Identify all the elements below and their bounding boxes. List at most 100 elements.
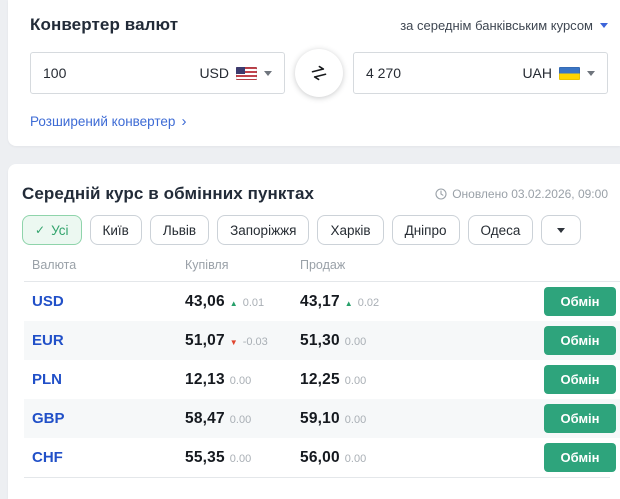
buy-rate-change: 0.00 bbox=[229, 452, 252, 465]
city-filter-label: Одеса bbox=[480, 222, 521, 238]
currency-link-pln[interactable]: PLN bbox=[32, 371, 62, 388]
city-filter-row: ✓ Усі Київ Львів Запоріжжя Харків Дніпро Одеса bbox=[22, 215, 608, 245]
trend-up-icon: ▲ bbox=[229, 298, 238, 308]
more-cities-dropdown[interactable] bbox=[541, 215, 582, 245]
city-filter-label: Усі bbox=[51, 222, 69, 238]
currency-to-select[interactable]: UAH bbox=[522, 65, 595, 81]
check-icon: ✓ bbox=[35, 223, 46, 237]
rate-row-gbp: GBP 58,47 0.00 59,10 0.00 Обмін bbox=[24, 399, 620, 438]
swap-currencies-button[interactable] bbox=[295, 49, 343, 97]
city-filter-label: Київ bbox=[102, 222, 129, 238]
advanced-converter-link[interactable]: Розширений конвертер › bbox=[30, 114, 186, 129]
page: Конвертер валют за середнім банківським … bbox=[8, 0, 620, 499]
currency-cell: GBP bbox=[32, 410, 185, 428]
city-filter-label: Запоріжжя bbox=[230, 222, 297, 238]
currency-link-usd[interactable]: USD bbox=[32, 293, 64, 310]
rate-source-label: за середнім банківським курсом bbox=[400, 17, 593, 33]
currency-cell: PLN bbox=[32, 371, 185, 389]
buy-rate-cell: 51,07 ▼ -0.03 bbox=[185, 332, 300, 350]
rate-row-chf: CHF 55,35 0.00 56,00 0.00 Обмін bbox=[24, 438, 620, 477]
city-filter-zaporizhzhia[interactable]: Запоріжжя bbox=[217, 215, 310, 245]
chevron-down-icon bbox=[587, 70, 595, 76]
city-filter-kharkiv[interactable]: Харків bbox=[317, 215, 384, 245]
currency-from-select[interactable]: USD bbox=[199, 65, 272, 81]
rate-row-pln: PLN 12,13 0.00 12,25 0.00 Обмін bbox=[24, 360, 620, 399]
chevron-down-icon bbox=[600, 22, 608, 28]
converter-title: Конвертер валют bbox=[30, 15, 179, 34]
city-filter-lviv[interactable]: Львів bbox=[149, 215, 210, 245]
buy-rate-cell: 55,35 0.00 bbox=[185, 449, 300, 467]
converter-row: USD UAH bbox=[30, 49, 608, 97]
sell-rate-change: 0.00 bbox=[344, 335, 367, 348]
buy-rate-value: 51,07 bbox=[185, 331, 225, 349]
buy-rate-change: 0.00 bbox=[229, 374, 252, 387]
advanced-converter-label: Розширений конвертер bbox=[30, 114, 176, 129]
sell-rate-cell: 51,30 0.00 bbox=[300, 332, 544, 350]
sell-rate-change: 0.00 bbox=[344, 413, 367, 426]
rate-row-eur: EUR 51,07 ▼ -0.03 51,30 0.00 Обмін bbox=[24, 321, 620, 360]
rates-table-header: Валюта Купівля Продаж bbox=[24, 256, 620, 282]
amount-to-box: UAH bbox=[353, 52, 608, 94]
converter-header: Конвертер валют за середнім банківським … bbox=[30, 15, 608, 35]
exchange-button-gbp[interactable]: Обмін bbox=[544, 404, 616, 433]
sell-rate-cell: 56,00 0.00 bbox=[300, 449, 544, 467]
buy-rate-cell: 12,13 0.00 bbox=[185, 371, 300, 389]
currency-to-code: UAH bbox=[522, 65, 552, 81]
amount-from-input[interactable] bbox=[43, 65, 138, 81]
sell-rate-cell: 59,10 0.00 bbox=[300, 410, 544, 428]
rates-card: Середній курс в обмінних пунктах Оновлен… bbox=[8, 164, 620, 499]
buy-rate-value: 58,47 bbox=[185, 409, 225, 427]
trend-up-icon: ▲ bbox=[344, 298, 353, 308]
buy-rate-change: 0.01 bbox=[242, 296, 265, 309]
currency-link-eur[interactable]: EUR bbox=[32, 332, 64, 349]
rate-row-usd: USD 43,06 ▲ 0.01 43,17 ▲ 0.02 Обмін bbox=[24, 282, 620, 321]
exchange-button-chf[interactable]: Обмін bbox=[544, 443, 616, 472]
city-filter-label: Львів bbox=[162, 222, 197, 238]
converter-card: Конвертер валют за середнім банківським … bbox=[8, 0, 620, 146]
buy-rate-value: 55,35 bbox=[185, 448, 225, 466]
city-filter-odesa[interactable]: Одеса bbox=[467, 215, 534, 245]
chevron-down-icon bbox=[264, 70, 272, 76]
sell-rate-cell: 43,17 ▲ 0.02 bbox=[300, 293, 544, 311]
city-filter-label: Харків bbox=[330, 222, 371, 238]
city-filter-label: Дніпро bbox=[404, 222, 447, 238]
currency-link-gbp[interactable]: GBP bbox=[32, 410, 65, 427]
amount-to-input[interactable] bbox=[366, 65, 461, 81]
sell-rate-change: 0.00 bbox=[344, 374, 367, 387]
buy-rate-cell: 58,47 0.00 bbox=[185, 410, 300, 428]
rates-table: Валюта Купівля Продаж USD 43,06 ▲ 0.01 43,17… bbox=[24, 256, 620, 478]
city-filter-dnipro[interactable]: Дніпро bbox=[391, 215, 460, 245]
ua-flag-icon bbox=[559, 66, 580, 80]
rates-header: Середній курс в обмінних пунктах Оновлен… bbox=[22, 184, 608, 204]
rates-table-body: USD 43,06 ▲ 0.01 43,17 ▲ 0.02 Обмін EUR 51,07 ▼ -0.… bbox=[24, 282, 620, 477]
currency-cell: EUR bbox=[32, 332, 185, 350]
buy-rate-value: 43,06 bbox=[185, 292, 225, 310]
buy-rate-cell: 43,06 ▲ 0.01 bbox=[185, 293, 300, 311]
sell-rate-value: 43,17 bbox=[300, 292, 340, 310]
currency-link-chf[interactable]: CHF bbox=[32, 449, 63, 466]
sell-rate-cell: 12,25 0.00 bbox=[300, 371, 544, 389]
exchange-button-usd[interactable]: Обмін bbox=[544, 287, 616, 316]
updated-label: Оновлено 03.02.2026, 09:00 bbox=[452, 187, 608, 201]
exchange-button-eur[interactable]: Обмін bbox=[544, 326, 616, 355]
column-header-sell: Продаж bbox=[300, 258, 346, 272]
amount-from-box: USD bbox=[30, 52, 285, 94]
column-header-buy: Купівля bbox=[185, 258, 229, 272]
sell-rate-value: 12,25 bbox=[300, 370, 340, 388]
clock-icon bbox=[435, 188, 447, 200]
exchange-button-pln[interactable]: Обмін bbox=[544, 365, 616, 394]
rates-title: Середній курс в обмінних пунктах bbox=[22, 184, 315, 203]
us-flag-icon bbox=[236, 66, 257, 80]
table-bottom-divider bbox=[24, 477, 610, 478]
trend-down-icon: ▼ bbox=[229, 337, 238, 347]
rate-source-dropdown[interactable]: за середнім банківським курсом bbox=[400, 18, 608, 33]
chevron-down-icon bbox=[557, 227, 566, 233]
buy-rate-change: 0.00 bbox=[229, 413, 252, 426]
currency-from-code: USD bbox=[199, 65, 229, 81]
sell-rate-change: 0.02 bbox=[357, 296, 380, 309]
sell-rate-value: 56,00 bbox=[300, 448, 340, 466]
swap-icon bbox=[311, 65, 327, 81]
sell-rate-value: 51,30 bbox=[300, 331, 340, 349]
city-filter-kyiv[interactable]: Київ bbox=[89, 215, 142, 245]
city-filter-all[interactable]: ✓ Усі bbox=[22, 215, 82, 245]
